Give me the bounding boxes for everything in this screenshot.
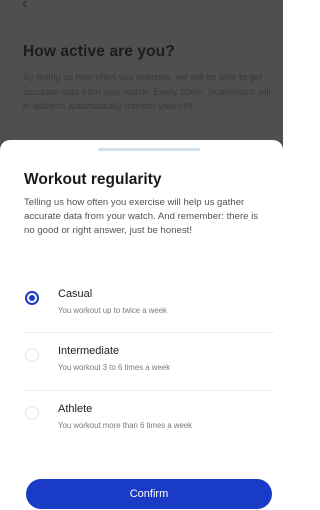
sheet-grabber-handle[interactable] [98,148,200,151]
background-page-title: How active are you? [23,43,175,60]
radio-unselected-icon[interactable] [25,348,39,362]
dimmed-background-page[interactable]: ‹ How active are you? By telling us how … [0,0,283,150]
radio-selected-icon[interactable] [25,291,39,305]
bottom-sheet: Workout regularity Telling us how often … [0,140,283,510]
background-page-description: By telling us how often you exercise, we… [23,72,271,111]
option-athlete[interactable]: Athlete You workout more than 6 times a … [0,398,283,456]
option-sublabel: You workout 3 to 6 times a week [58,363,170,372]
option-sublabel: You workout more than 6 times a week [58,421,193,430]
divider [24,332,274,333]
divider [24,390,274,391]
sheet-title: Workout regularity [24,171,162,188]
chevron-left-icon[interactable]: ‹ [22,0,36,12]
confirm-button[interactable]: Confirm [26,479,272,509]
option-label: Intermediate [58,345,120,357]
option-label: Casual [58,288,93,300]
radio-unselected-icon[interactable] [25,406,39,420]
option-sublabel: You workout up to twice a week [58,306,167,315]
screen: ‹ How active are you? By telling us how … [0,0,283,510]
option-label: Athlete [58,403,93,415]
sheet-description: Telling us how often you exercise will h… [24,197,259,237]
